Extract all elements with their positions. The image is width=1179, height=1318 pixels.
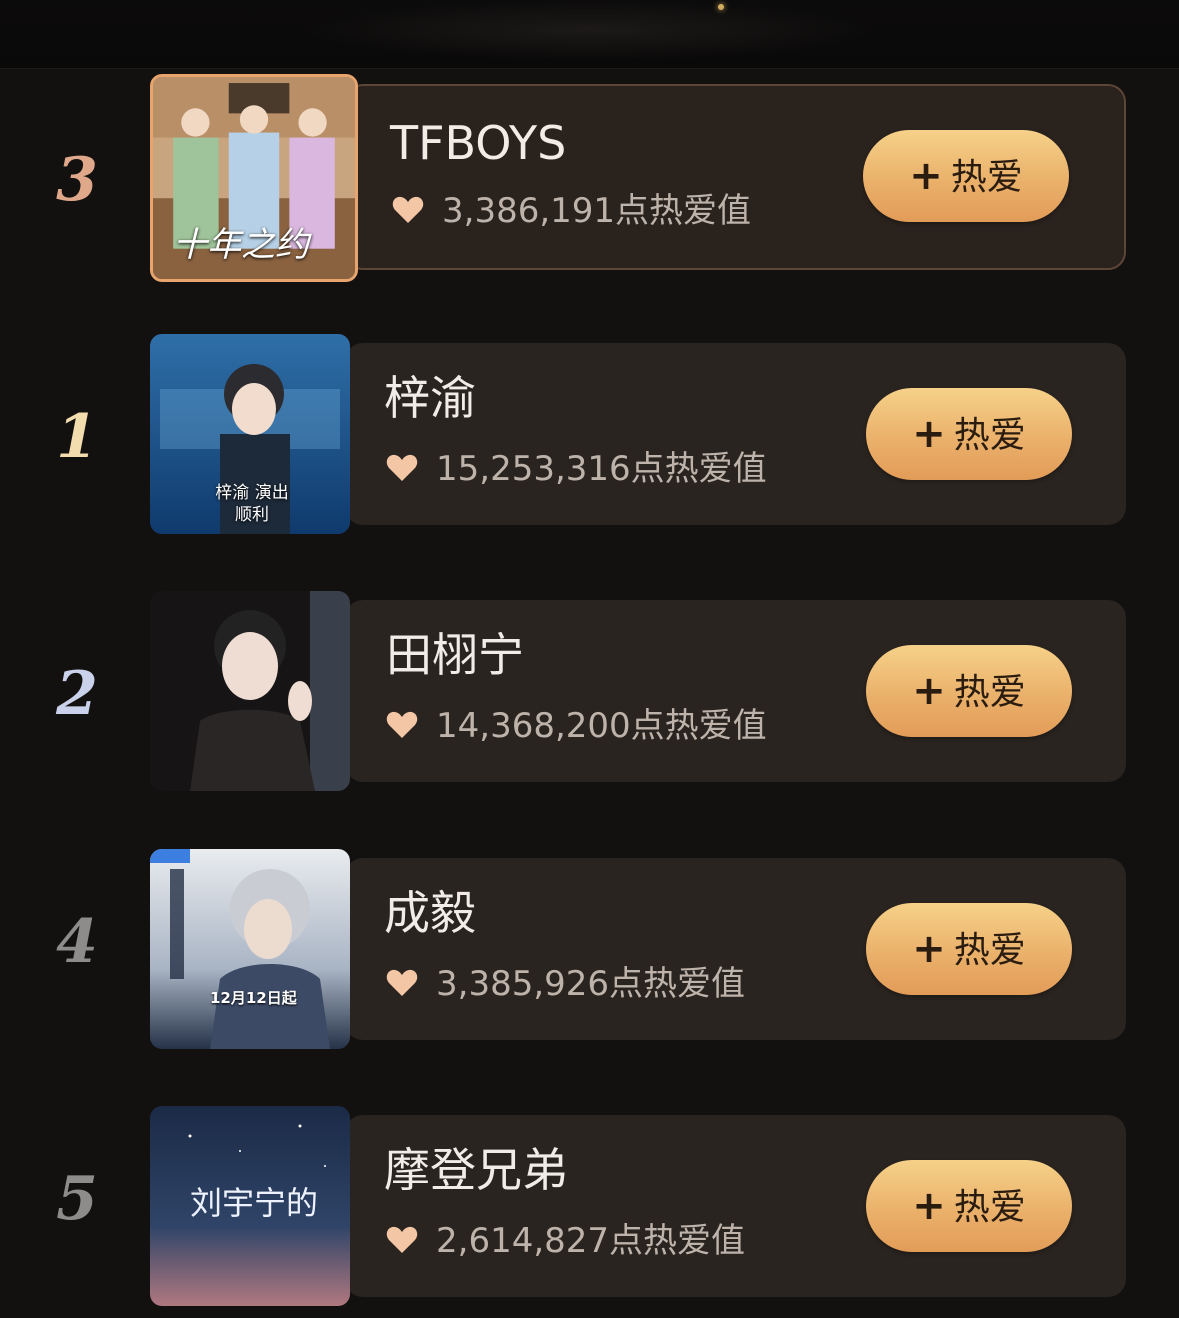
artist-name: 田栩宁 [386,628,524,682]
heart-icon [386,454,418,481]
heart-icon [386,969,418,996]
artist-name: 摩登兄弟 [384,1143,568,1197]
rank-number: 3 [56,145,98,215]
artist-name: 成毅 [384,886,476,940]
love-button-label: 热爱 [950,157,1023,198]
love-score-text: 3,386,191点热爱值 [442,191,752,231]
love-button[interactable]: + 热爱 [866,1160,1072,1252]
plus-icon: + [909,153,943,199]
plus-icon: + [912,411,946,457]
plus-icon: + [912,668,946,714]
ranking-row[interactable]: 1 梓渝 演出顺利 梓渝 15,253,316点热爱值 + 热爱 [0,333,1179,536]
artist-thumbnail[interactable]: 十年之约 [150,74,358,282]
love-button-label: 热爱 [953,415,1026,456]
love-button[interactable]: + 热爱 [866,388,1072,480]
sparkle-decoration [718,4,724,10]
love-button-label: 热爱 [953,672,1026,713]
heart-icon [392,196,424,223]
rank-number: 5 [56,1164,98,1234]
plus-icon: + [912,926,946,972]
artist-thumbnail[interactable] [150,591,350,791]
love-score-text: 3,385,926点热爱值 [436,964,746,1004]
ranking-row[interactable]: 3 十年之约 TFBOYS 3,386,191点热爱值 + 热爱 [0,72,1179,282]
love-score-text: 2,614,827点热爱值 [436,1221,746,1261]
ranking-row[interactable]: 2 田栩宁 14,368,200点热爱值 + 热爱 [0,590,1179,793]
thumbnail-caption: 12月12日起 [210,989,297,1007]
artist-name: TFBOYS [390,116,567,170]
top-banner [0,0,1179,69]
love-score: 2,614,827点热爱值 [386,1224,745,1258]
thumbnail-caption: 刘宇宁的 [190,1184,319,1222]
love-button[interactable]: + 热爱 [863,130,1069,222]
love-button[interactable]: + 热爱 [866,903,1072,995]
love-score: 3,385,926点热爱值 [386,967,745,1001]
love-score-text: 14,368,200点热爱值 [436,706,767,746]
rank-number: 2 [56,659,98,729]
love-score: 3,386,191点热爱值 [392,194,751,228]
love-score: 14,368,200点热爱值 [386,709,767,743]
love-score-text: 15,253,316点热爱值 [436,449,767,489]
artist-name: 梓渝 [384,371,476,425]
love-button-label: 热爱 [953,1187,1026,1228]
love-button[interactable]: + 热爱 [866,645,1072,737]
rank-number: 4 [56,907,98,977]
love-button-label: 热爱 [953,930,1026,971]
rank-number: 1 [56,402,98,472]
artist-thumbnail[interactable]: 12月12日起 [150,849,350,1049]
artist-thumbnail[interactable]: 刘宇宁的 [150,1106,350,1306]
ranking-row[interactable]: 4 12月12日起 成毅 3,385,926点热爱值 + 热爱 [0,848,1179,1051]
heart-icon [386,711,418,738]
thumbnail-caption: 十年之约 [173,225,309,265]
artist-thumbnail[interactable]: 梓渝 演出顺利 [150,334,350,534]
love-score: 15,253,316点热爱值 [386,452,767,486]
thumbnail-caption: 梓渝 演出顺利 [215,483,289,525]
ranking-row[interactable]: 5 刘宇宁的 摩登兄弟 2,614,827点热爱值 + 热爱 [0,1105,1179,1308]
plus-icon: + [912,1183,946,1229]
heart-icon [386,1226,418,1253]
